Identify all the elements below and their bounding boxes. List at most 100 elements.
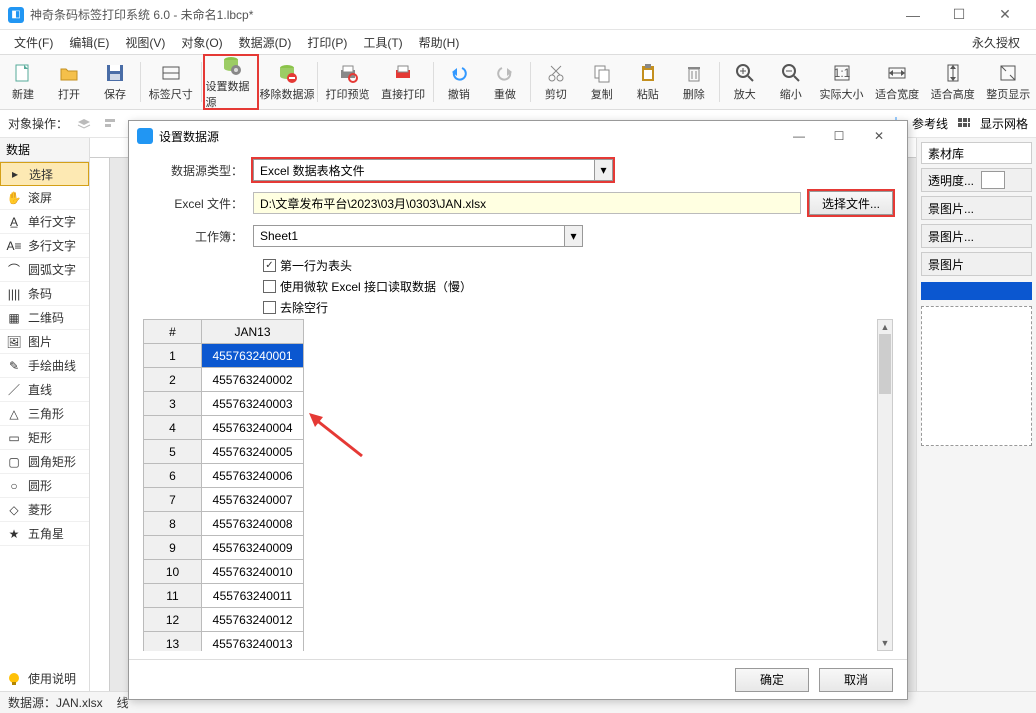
scroll-down-icon[interactable]: ▼	[878, 636, 892, 650]
menu-help[interactable]: 帮助(H)	[411, 31, 468, 54]
color-swatch[interactable]	[981, 171, 1005, 189]
help-link[interactable]: 使用说明	[6, 670, 76, 687]
sidebar-item-条码[interactable]: ||||条码	[0, 282, 89, 306]
tool-打印预览[interactable]: 打印预览	[320, 54, 376, 110]
tool-icon	[997, 62, 1019, 84]
tool-整页显示[interactable]: 整页显示	[981, 54, 1036, 110]
minimize-button[interactable]: —	[890, 0, 936, 30]
guides-label[interactable]: 参考线	[912, 115, 948, 132]
tool-打开[interactable]: 打开	[46, 54, 92, 110]
tool-实际大小[interactable]: 1:1实际大小	[814, 54, 870, 110]
tool-复制[interactable]: 复制	[579, 54, 625, 110]
table-row[interactable]: 11455763240011	[144, 584, 304, 608]
table-row[interactable]: 8455763240008	[144, 512, 304, 536]
type-combo[interactable]: Excel 数据表格文件 ▾	[253, 159, 613, 181]
table-row[interactable]: 6455763240006	[144, 464, 304, 488]
sidebar-item-手绘曲线[interactable]: ✎手绘曲线	[0, 354, 89, 378]
layer-icon[interactable]	[74, 114, 94, 134]
table-row[interactable]: 5455763240005	[144, 440, 304, 464]
menu-view[interactable]: 视图(V)	[117, 31, 173, 54]
sidebar-item-单行文字[interactable]: A̲单行文字	[0, 210, 89, 234]
table-row[interactable]: 13455763240013	[144, 632, 304, 652]
ok-button[interactable]: 确定	[735, 668, 809, 692]
tool-缩小[interactable]: 缩小	[768, 54, 814, 110]
table-scrollbar[interactable]: ▲ ▼	[877, 319, 893, 651]
tool-标签尺寸[interactable]: 标签尺寸	[143, 54, 199, 110]
sidebar-item-圆弧文字[interactable]: ⌒圆弧文字	[0, 258, 89, 282]
table-row[interactable]: 2455763240002	[144, 368, 304, 392]
menu-tools[interactable]: 工具(T)	[355, 31, 410, 54]
sidebar-item-滚屏[interactable]: ✋滚屏	[0, 186, 89, 210]
tool-移除数据源[interactable]: 移除数据源	[259, 54, 315, 110]
sidebar-item-label: 单行文字	[28, 213, 76, 230]
chevron-down-icon[interactable]: ▾	[564, 226, 582, 246]
dialog-maximize-button[interactable]: ☐	[819, 122, 859, 150]
tool-剪切[interactable]: 剪切	[533, 54, 579, 110]
data-preview-table[interactable]: # JAN13 14557632400012455763240002345576…	[143, 319, 304, 651]
sidebar-item-label: 圆弧文字	[28, 261, 76, 278]
sidebar-item-五角星[interactable]: ★五角星	[0, 522, 89, 546]
table-row[interactable]: 9455763240009	[144, 536, 304, 560]
align-icon[interactable]	[100, 114, 120, 134]
scroll-thumb[interactable]	[879, 334, 891, 394]
sidebar-item-二维码[interactable]: ▦二维码	[0, 306, 89, 330]
menu-edit[interactable]: 编辑(E)	[61, 31, 117, 54]
close-button[interactable]: ✕	[982, 0, 1028, 30]
material-library-header[interactable]: 素材库	[921, 142, 1032, 164]
grid-icon[interactable]	[954, 114, 974, 134]
bg-image-button-2[interactable]: 景图片...	[921, 224, 1032, 248]
sidebar-item-圆角矩形[interactable]: ▢圆角矩形	[0, 450, 89, 474]
tool-直接打印[interactable]: 直接打印	[375, 54, 431, 110]
tool-放大[interactable]: 放大	[722, 54, 768, 110]
table-row[interactable]: 1455763240001	[144, 344, 304, 368]
bg-image-button-3[interactable]: 景图片	[921, 252, 1032, 276]
menu-object[interactable]: 对象(O)	[173, 31, 230, 54]
chevron-down-icon[interactable]: ▾	[594, 160, 612, 180]
table-row[interactable]: 12455763240012	[144, 608, 304, 632]
sidebar-item-矩形[interactable]: ▭矩形	[0, 426, 89, 450]
menu-file[interactable]: 文件(F)	[6, 31, 61, 54]
sidebar-item-圆形[interactable]: ○圆形	[0, 474, 89, 498]
tool-撤销[interactable]: 撤销	[436, 54, 482, 110]
sidebar-item-label: 三角形	[28, 405, 64, 422]
table-row[interactable]: 3455763240003	[144, 392, 304, 416]
tool-粘贴[interactable]: 粘贴	[625, 54, 671, 110]
dialog-minimize-button[interactable]: —	[779, 122, 819, 150]
dialog-close-button[interactable]: ✕	[859, 122, 899, 150]
col-jan13[interactable]: JAN13	[202, 320, 304, 344]
tool-重做[interactable]: 重做	[482, 54, 528, 110]
col-rownum[interactable]: #	[144, 320, 202, 344]
tool-删除[interactable]: 删除	[671, 54, 717, 110]
choose-file-button[interactable]: 选择文件...	[809, 191, 893, 215]
tool-设置数据源[interactable]: 设置数据源	[203, 54, 259, 110]
bg-image-button-1[interactable]: 景图片...	[921, 196, 1032, 220]
maximize-button[interactable]: ☐	[936, 0, 982, 30]
tool-适合宽度[interactable]: 适合宽度	[869, 54, 925, 110]
chk-use-ms-excel[interactable]: 使用微软 Excel 接口读取数据（慢）	[263, 278, 893, 295]
grid-label[interactable]: 显示网格	[980, 115, 1028, 132]
cancel-button[interactable]: 取消	[819, 668, 893, 692]
table-row[interactable]: 7455763240007	[144, 488, 304, 512]
sidebar-item-直线[interactable]: ／直线	[0, 378, 89, 402]
table-row[interactable]: 10455763240010	[144, 560, 304, 584]
sidebar-item-图片[interactable]: 🖼图片	[0, 330, 89, 354]
sidebar-item-选择[interactable]: ▸选择	[0, 162, 89, 186]
tool-适合高度[interactable]: 适合高度	[925, 54, 981, 110]
sidebar-item-三角形[interactable]: △三角形	[0, 402, 89, 426]
chk-first-row-header[interactable]: ✓第一行为表头	[263, 257, 893, 274]
file-path-field[interactable]: D:\文章发布平台\2023\03月\0303\JAN.xlsx	[253, 192, 801, 214]
opacity-button[interactable]: 透明度...	[921, 168, 1032, 192]
menu-datasource[interactable]: 数据源(D)	[231, 31, 300, 54]
rownum-cell: 3	[144, 392, 202, 416]
tool-保存[interactable]: 保存	[92, 54, 138, 110]
sheet-combo[interactable]: Sheet1 ▾	[253, 225, 583, 247]
scroll-up-icon[interactable]: ▲	[878, 320, 892, 334]
sidebar-tab[interactable]: 数据	[0, 138, 89, 162]
chk-remove-empty[interactable]: 去除空行	[263, 299, 893, 316]
table-row[interactable]: 4455763240004	[144, 416, 304, 440]
tool-新建[interactable]: 新建	[0, 54, 46, 110]
sidebar-item-菱形[interactable]: ◇菱形	[0, 498, 89, 522]
menu-print[interactable]: 打印(P)	[299, 31, 355, 54]
tool-label: 移除数据源	[260, 86, 315, 102]
sidebar-item-多行文字[interactable]: A≡多行文字	[0, 234, 89, 258]
